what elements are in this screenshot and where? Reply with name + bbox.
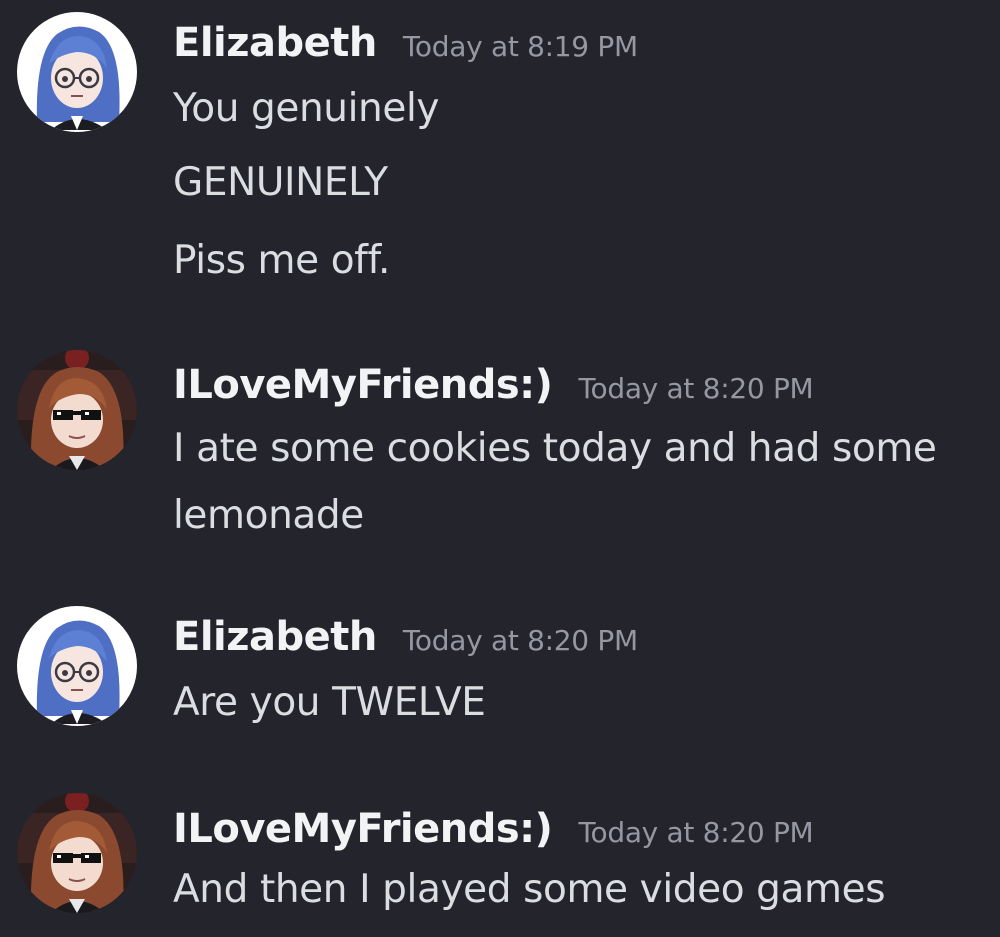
username[interactable]: ILoveMyFriends:) (173, 362, 553, 408)
message-text: And then I played some video games (173, 867, 886, 912)
message-header: ILoveMyFriends:) Today at 8:20 PM (173, 362, 814, 408)
avatar-elizabeth[interactable] (17, 12, 137, 132)
avatar-ilovemyfriends[interactable] (17, 350, 137, 470)
avatar-elizabeth[interactable] (17, 606, 137, 726)
message-text: Are you TWELVE (173, 680, 486, 725)
message-header: Elizabeth Today at 8:20 PM (173, 614, 638, 660)
timestamp[interactable]: Today at 8:20 PM (578, 372, 813, 405)
message-text: lemonade (173, 493, 364, 538)
timestamp[interactable]: Today at 8:20 PM (403, 624, 638, 657)
sunglasses-girl-avatar-icon (17, 350, 137, 470)
message-header: Elizabeth Today at 8:19 PM (173, 20, 638, 66)
username[interactable]: ILoveMyFriends:) (173, 806, 553, 852)
message-text: GENUINELY (173, 160, 388, 205)
timestamp[interactable]: Today at 8:19 PM (403, 30, 638, 63)
sunglasses-girl-avatar-icon (17, 793, 137, 913)
message-header: ILoveMyFriends:) Today at 8:20 PM (173, 806, 814, 852)
timestamp[interactable]: Today at 8:20 PM (578, 816, 813, 849)
avatar-ilovemyfriends[interactable] (17, 793, 137, 913)
blue-haired-girl-avatar-icon (17, 606, 137, 726)
message-text: I ate some cookies today and had some (173, 426, 937, 471)
message-text: You genuinely (173, 86, 440, 131)
blue-haired-girl-avatar-icon (17, 12, 137, 132)
message-text: Piss me off. (173, 238, 390, 283)
username[interactable]: Elizabeth (173, 20, 377, 66)
username[interactable]: Elizabeth (173, 614, 377, 660)
